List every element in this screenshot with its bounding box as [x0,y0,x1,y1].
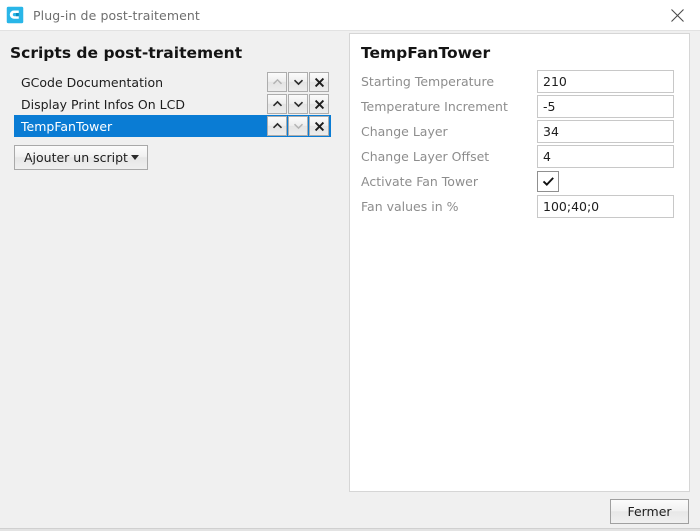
scripts-panel-heading: Scripts de post-traitement [10,44,243,62]
chevron-up-icon [272,100,282,107]
setting-label: Temperature Increment [361,99,508,114]
chevron-down-icon [293,101,303,108]
close-dialog-button[interactable]: Fermer [610,499,689,524]
setting-row: Change Layer Offset 4 [350,144,691,169]
script-item-label: GCode Documentation [21,74,164,90]
window-title: Plug-in de post-traitement [33,7,200,23]
add-script-button-label: Ajouter un script [24,150,128,165]
script-settings-title: TempFanTower [361,44,491,62]
settings-field-list: Starting Temperature 210 Temperature Inc… [350,69,691,219]
close-x-icon [314,121,324,131]
script-list-item[interactable]: GCode Documentation [14,71,331,93]
move-script-up-button[interactable] [267,116,287,136]
script-row-controls [266,94,331,114]
script-settings-panel: TempFanTower Starting Temperature 210 Te… [349,33,690,492]
starting-temperature-input[interactable]: 210 [537,70,674,93]
scripts-panel: Scripts de post-traitement GCode Documen… [0,31,340,531]
setting-label: Change Layer Offset [361,149,490,164]
move-script-up-button[interactable] [267,94,287,114]
setting-label: Change Layer [361,124,448,139]
check-icon [542,177,554,186]
chevron-down-icon [293,79,303,86]
script-row-controls [266,116,331,136]
move-script-down-button[interactable] [288,94,308,114]
move-script-up-button[interactable] [267,72,287,92]
close-icon [671,9,684,22]
remove-script-button[interactable] [309,94,329,114]
move-script-down-button[interactable] [288,72,308,92]
change-layer-input[interactable]: 34 [537,120,674,143]
chevron-up-icon [272,122,282,129]
remove-script-button[interactable] [309,72,329,92]
script-list-item-selected[interactable]: TempFanTower [14,115,331,137]
activate-fan-tower-checkbox[interactable] [537,171,559,192]
setting-row: Starting Temperature 210 [350,69,691,94]
temperature-increment-input[interactable]: -5 [537,95,674,118]
caret-down-icon [130,155,139,160]
chevron-up-icon [272,78,282,85]
setting-label: Starting Temperature [361,74,495,89]
close-x-icon [314,99,324,109]
remove-script-button[interactable] [309,116,329,136]
close-x-icon [314,77,324,87]
move-script-down-button[interactable] [288,116,308,136]
setting-label: Fan values in % [361,199,459,214]
script-row-controls [266,72,331,92]
title-bar: Plug-in de post-traitement [0,0,700,31]
script-list: GCode Documentation Display Print Infos … [14,71,331,137]
post-processing-dialog: Plug-in de post-traitement Scripts de po… [0,0,700,531]
script-item-label: TempFanTower [21,118,113,134]
fan-values-input[interactable]: 100;40;0 [537,195,674,218]
script-list-item[interactable]: Display Print Infos On LCD [14,93,331,115]
change-layer-offset-input[interactable]: 4 [537,145,674,168]
setting-label: Activate Fan Tower [361,174,479,189]
setting-row: Activate Fan Tower [350,169,691,194]
window-close-button[interactable] [655,0,700,31]
chevron-down-icon [293,123,303,130]
setting-row: Temperature Increment -5 [350,94,691,119]
script-item-label: Display Print Infos On LCD [21,96,185,112]
cura-logo-icon [6,6,24,24]
setting-row: Fan values in % 100;40;0 [350,194,691,219]
add-script-button[interactable]: Ajouter un script [14,145,148,170]
setting-row: Change Layer 34 [350,119,691,144]
